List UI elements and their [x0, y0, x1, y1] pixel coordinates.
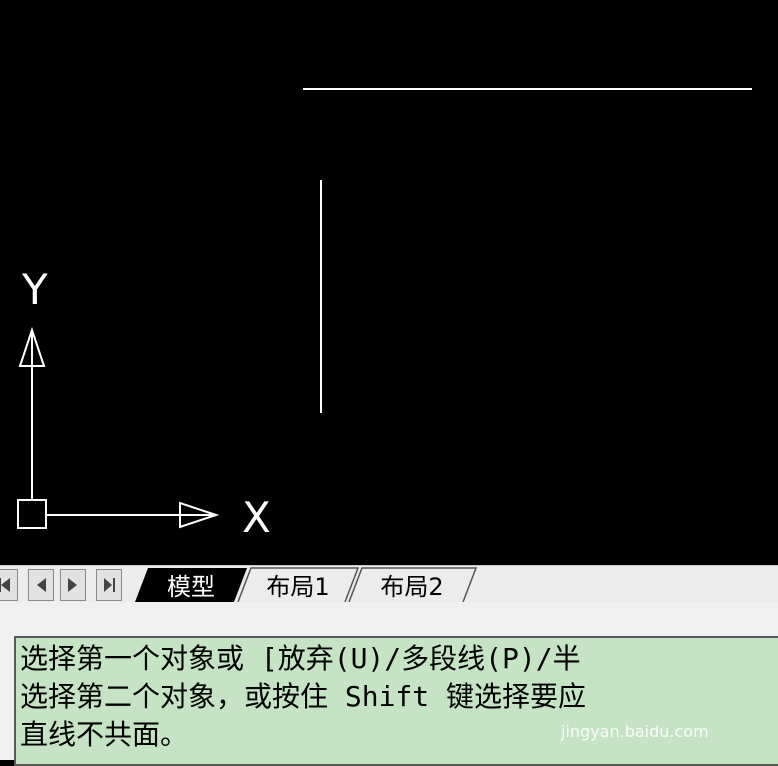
command-line-2: 选择第二个对象，或按住 Shift 键选择要应 — [20, 680, 587, 713]
ucs-x-label: X — [242, 493, 271, 542]
tab-layout2[interactable]: 布局2 — [362, 566, 462, 602]
command-history[interactable]: 选择第一个对象或 [放弃(U)/多段线(P)/半 选择第二个对象，或按住 Shi… — [14, 636, 778, 766]
ucs-origin-box — [17, 499, 47, 529]
layout-tab-bar: 模型 布局1 布局2 — [0, 565, 778, 603]
drawing-canvas[interactable]: Y X — [0, 0, 778, 565]
watermark-text: jingyan.baidu.com — [561, 722, 709, 741]
ucs-y-label: Y — [21, 265, 48, 314]
command-line-1: 选择第一个对象或 [放弃(U)/多段线(P)/半 — [20, 642, 581, 675]
tab-layout1[interactable]: 布局1 — [250, 566, 346, 602]
tab-model[interactable]: 模型 — [148, 566, 234, 602]
command-line-3: 直线不共面。 — [20, 718, 189, 751]
drawing-svg: Y X — [17, 88, 752, 542]
ucs-icon — [17, 326, 220, 529]
command-window: 选择第一个对象或 [放弃(U)/多段线(P)/半 选择第二个对象，或按住 Shi… — [0, 602, 778, 766]
